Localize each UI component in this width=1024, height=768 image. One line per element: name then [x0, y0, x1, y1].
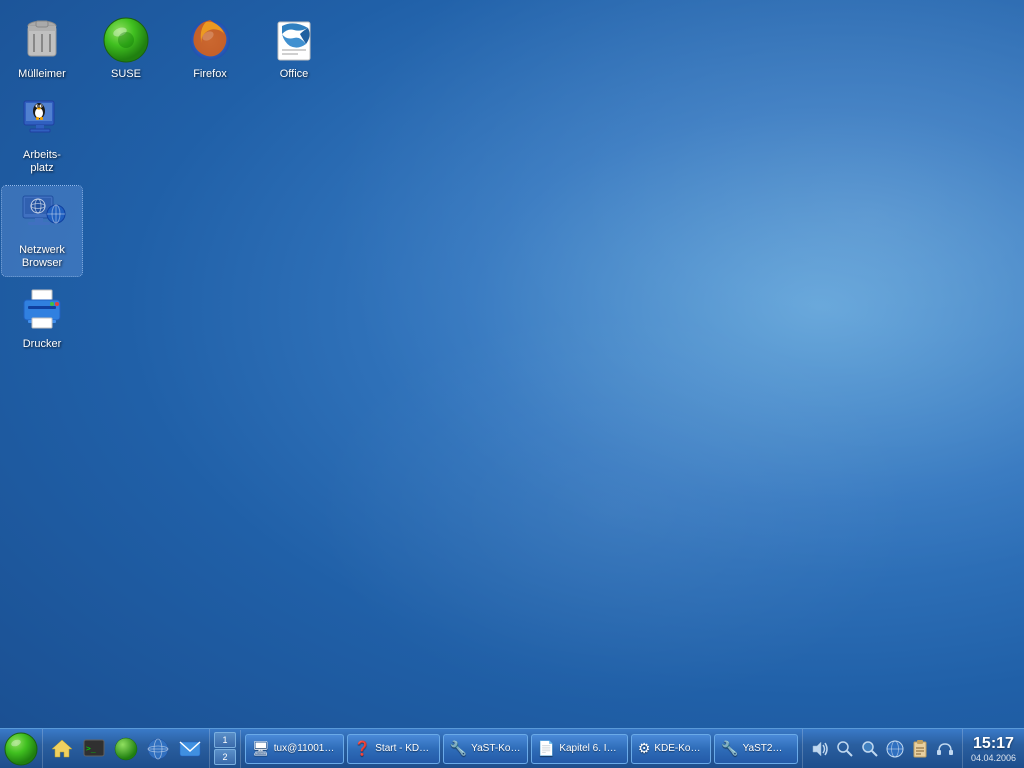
icon-row-1: Arbeits-platz — [0, 89, 336, 183]
suse-label: SUSE — [111, 68, 141, 81]
task-yast-label: YaST-Kontrollzentrum — [471, 743, 521, 754]
desktop-icon-firefox[interactable]: Firefox — [170, 10, 250, 87]
task-yast-kontrollzentrum[interactable]: 🔧 YaST-Kontrollzentrum — [443, 734, 528, 764]
desktop: Mülleimer — [0, 0, 1024, 768]
desktop-icons-container: Mülleimer — [0, 0, 336, 367]
taskbar: >_ — [0, 728, 1024, 768]
task-kde-kontrollzentrum[interactable]: ⚙ KDE-Kontrollzentrum — [631, 734, 711, 764]
task-kapitel-label: Kapitel 6. Inverse Suche... — [559, 743, 621, 754]
task-kapitel-inverse[interactable]: 📄 Kapitel 6. Inverse Suche... — [531, 734, 628, 764]
office-label: Office — [280, 68, 309, 81]
task-help-icon: ❓ — [354, 740, 371, 757]
task-yast2-icon: 🔧 — [721, 740, 738, 757]
tray-clipboard-icon[interactable] — [909, 738, 931, 760]
task-tux-terminal[interactable]: 🖥 tux@1100101995:.../publ... — [245, 734, 344, 764]
pager-desktop-1[interactable]: 1 — [214, 732, 236, 748]
ql-network-button[interactable] — [143, 734, 173, 764]
task-kde-label: KDE-Kontrollzentrum — [654, 743, 704, 754]
netzwerk-label: Netzwerk Browser — [6, 244, 78, 270]
desktop-icon-office[interactable]: Office — [254, 10, 334, 87]
pager-desktop-2[interactable]: 2 — [214, 749, 236, 765]
task-help-label: Start - KDE-Hilfezentrum — [375, 743, 432, 754]
svg-text:>_: >_ — [86, 744, 96, 753]
desktop-icon-mulleimer[interactable]: Mülleimer — [2, 10, 82, 87]
tray-search1-icon[interactable] — [834, 738, 856, 760]
icon-row-2: Netzwerk Browser — [0, 184, 336, 278]
mulleimer-icon — [18, 16, 66, 64]
task-kde-hilfezentrum[interactable]: ❓ Start - KDE-Hilfezentrum — [347, 734, 440, 764]
clock-time: 15:17 — [973, 735, 1014, 753]
task-yast2[interactable]: 🔧 YaST2@1100101995 — [714, 734, 798, 764]
suse-icon — [102, 16, 150, 64]
system-clock[interactable]: 15:17 04.04.2006 — [962, 729, 1024, 768]
task-yast-icon: 🔧 — [450, 740, 467, 757]
quicklaunch-bar: >_ — [42, 729, 210, 768]
tray-network-icon[interactable] — [884, 738, 906, 760]
arbeitsplatz-label: Arbeits-platz — [23, 149, 61, 175]
system-tray — [802, 729, 962, 768]
ql-home-button[interactable] — [47, 734, 77, 764]
start-button[interactable] — [2, 730, 40, 768]
task-doc-icon: 📄 — [538, 740, 555, 757]
ql-suse-button[interactable] — [111, 734, 141, 764]
arbeitsplatz-icon — [18, 97, 66, 145]
task-kde-icon: ⚙ — [638, 740, 651, 757]
tray-volume-icon[interactable] — [809, 738, 831, 760]
office-icon — [270, 16, 318, 64]
desktop-icon-suse[interactable]: SUSE — [86, 10, 166, 87]
mulleimer-label: Mülleimer — [18, 68, 66, 81]
drucker-label: Drucker — [23, 338, 62, 351]
tray-headphones-icon[interactable] — [934, 738, 956, 760]
icon-row-3: Drucker — [0, 278, 336, 359]
clock-date: 04.04.2006 — [971, 753, 1016, 763]
firefox-icon — [186, 16, 234, 64]
task-yast2-label: YaST2@1100101995 — [743, 743, 791, 754]
drucker-icon — [18, 286, 66, 334]
ql-terminal-button[interactable]: >_ — [79, 734, 109, 764]
taskbar-tasks: 🖥 tux@1100101995:.../publ... ❓ Start - K… — [241, 729, 802, 768]
ql-email-button[interactable] — [175, 734, 205, 764]
netzwerk-icon — [18, 192, 66, 240]
desktop-icon-netzwerk[interactable]: Netzwerk Browser — [2, 186, 82, 276]
firefox-label: Firefox — [193, 68, 227, 81]
virtual-desktop-pager: 1 2 — [210, 730, 241, 768]
task-tux-icon: 🖥 — [252, 740, 270, 757]
desktop-icon-arbeitsplatz[interactable]: Arbeits-platz — [2, 91, 82, 181]
icon-row-0: Mülleimer — [0, 8, 336, 89]
tray-search2-icon[interactable] — [859, 738, 881, 760]
task-tux-label: tux@1100101995:.../publ... — [274, 743, 337, 754]
desktop-icon-drucker[interactable]: Drucker — [2, 280, 82, 357]
